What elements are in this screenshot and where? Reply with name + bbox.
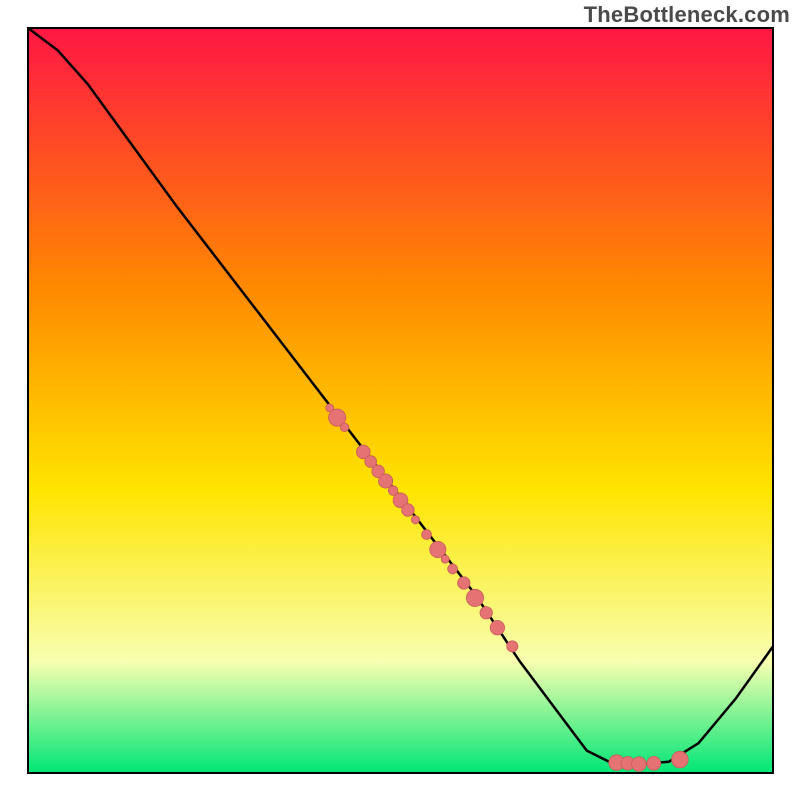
- data-marker: [441, 555, 449, 563]
- data-marker: [422, 530, 432, 540]
- data-marker: [340, 423, 349, 432]
- data-marker: [632, 757, 647, 772]
- data-marker: [402, 504, 415, 517]
- data-marker: [458, 577, 470, 589]
- data-marker: [480, 607, 492, 619]
- data-marker: [490, 621, 504, 635]
- data-marker: [647, 756, 661, 770]
- data-marker: [448, 564, 458, 574]
- chart-svg: [0, 0, 800, 800]
- data-marker: [411, 516, 419, 524]
- chart-stage: TheBottleneck.com: [0, 0, 800, 800]
- plot-background: [28, 28, 773, 773]
- data-marker: [672, 751, 689, 768]
- data-marker: [379, 474, 393, 488]
- data-marker: [466, 589, 483, 606]
- data-marker: [507, 641, 518, 652]
